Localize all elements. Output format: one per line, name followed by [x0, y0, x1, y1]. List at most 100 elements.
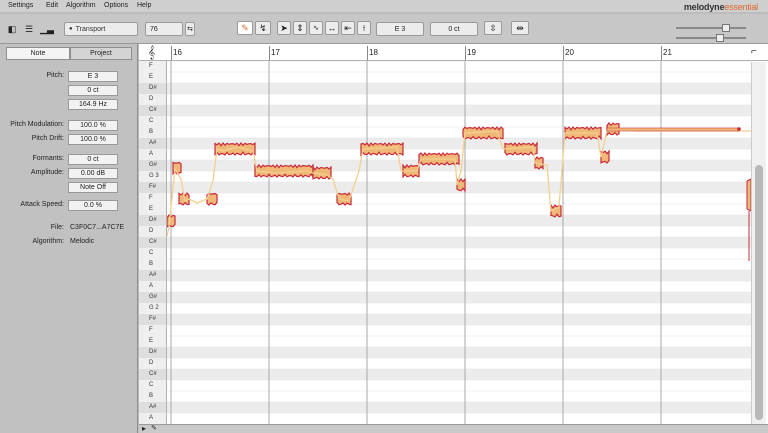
bottom-navigation-bar[interactable]: ▸ ✎: [139, 424, 768, 433]
piano-key[interactable]: A#: [139, 270, 166, 281]
grid-row: [167, 193, 751, 204]
app-logo: melodyneessential: [684, 2, 758, 12]
zoom-thumb[interactable]: [716, 34, 724, 42]
notes-view-icon[interactable]: ☰: [22, 22, 36, 36]
piano-key[interactable]: D: [139, 226, 166, 237]
pitch-move-tool-icon[interactable]: ⇕: [293, 21, 307, 35]
tempo-field[interactable]: 76: [145, 22, 183, 36]
scrollbar-thumb[interactable]: [755, 165, 763, 420]
grid-row: [167, 259, 751, 270]
piano-key[interactable]: C#: [139, 105, 166, 116]
piano-key[interactable]: C: [139, 116, 166, 127]
tab-project[interactable]: Project: [70, 47, 132, 60]
pitch-cents-value: 0 ct: [448, 25, 460, 33]
piano-key[interactable]: C#: [139, 237, 166, 248]
piano-key[interactable]: B: [139, 259, 166, 270]
pitch-cents-field[interactable]: 0 ct: [68, 85, 118, 96]
level-meter-icon[interactable]: ▁▃: [40, 22, 54, 36]
time-tool-icon[interactable]: ↔: [325, 21, 339, 35]
piano-key[interactable]: A#: [139, 402, 166, 413]
pitch-grid[interactable]: [167, 61, 768, 424]
grid-row: [167, 215, 751, 226]
timeline-ruler[interactable]: 𝄞 16 17 18 19 20 21 ⌐: [139, 44, 768, 61]
quantize-time-button[interactable]: ⇹: [511, 21, 529, 35]
piano-key[interactable]: B: [139, 127, 166, 138]
piano-key[interactable]: G 3: [139, 171, 166, 182]
vertical-scrollbar[interactable]: [751, 62, 766, 424]
piano-key[interactable]: B: [139, 391, 166, 402]
note-off-button[interactable]: Note Off: [68, 182, 118, 193]
logo-main-text: melodyne: [683, 2, 725, 12]
zoom-thumb[interactable]: [722, 24, 730, 32]
attack-speed-label: Attack Speed:: [20, 201, 64, 208]
attack-tool-icon[interactable]: ⇤: [341, 21, 355, 35]
formants-label: Formants:: [32, 155, 64, 162]
piano-key[interactable]: E: [139, 72, 166, 83]
piano-key[interactable]: C: [139, 248, 166, 259]
formants-field[interactable]: 0 ct: [68, 154, 118, 165]
menu-settings[interactable]: Settings: [8, 2, 33, 9]
bar-label: 20: [565, 48, 574, 57]
piano-key[interactable]: F#: [139, 182, 166, 193]
piano-key[interactable]: C#: [139, 369, 166, 380]
main-tool-icon[interactable]: ✎: [237, 21, 253, 35]
piano-key[interactable]: A#: [139, 138, 166, 149]
file-value: C3F0C7...A7C7E: [70, 224, 125, 231]
split-tool-icon[interactable]: ⟊: [357, 21, 371, 35]
grid-row: [167, 369, 751, 380]
grid-row: [167, 94, 751, 105]
piano-key[interactable]: D#: [139, 215, 166, 226]
inspector-toggle-icon[interactable]: ◧: [6, 22, 18, 36]
grid-row: [167, 347, 751, 358]
pitch-tool-icon[interactable]: ↯: [255, 21, 271, 35]
menu-help[interactable]: Help: [137, 2, 151, 9]
attack-speed-field[interactable]: 0.0 %: [68, 200, 118, 211]
piano-key[interactable]: F: [139, 193, 166, 204]
piano-key[interactable]: F: [139, 325, 166, 336]
modulation-tool-icon[interactable]: ∿: [309, 21, 323, 35]
piano-key[interactable]: D: [139, 358, 166, 369]
pitch-note-field[interactable]: E 3: [376, 22, 424, 36]
menu-algorithm[interactable]: Algorithm: [66, 2, 96, 9]
piano-key[interactable]: D: [139, 94, 166, 105]
piano-key[interactable]: G#: [139, 292, 166, 303]
correct-pitch-button[interactable]: ⇳: [484, 21, 502, 35]
bar-label: 21: [663, 48, 672, 57]
logo-accent-text: essential: [724, 2, 758, 12]
piano-key[interactable]: A: [139, 149, 166, 160]
pitch-hz-field[interactable]: 164.9 Hz: [68, 99, 118, 110]
pitch-drift-field[interactable]: 100.0 %: [68, 134, 118, 145]
piano-key[interactable]: C: [139, 380, 166, 391]
grid-row: [167, 61, 751, 72]
algorithm-value: Melodic: [70, 238, 95, 245]
pitch-note-field[interactable]: E 3: [68, 71, 118, 82]
piano-key[interactable]: G 2: [139, 303, 166, 314]
menu-edit[interactable]: Edit: [46, 2, 58, 9]
grid-row: [167, 314, 751, 325]
play-cursor-icon[interactable]: ▸: [142, 424, 146, 433]
piano-key[interactable]: D#: [139, 347, 166, 358]
tab-note[interactable]: Note: [6, 47, 70, 60]
transport-button[interactable]: ● Transport: [64, 22, 138, 36]
piano-key[interactable]: G#: [139, 160, 166, 171]
piano-key[interactable]: E: [139, 204, 166, 215]
horizontal-zoom-slider[interactable]: [676, 24, 746, 32]
menu-options[interactable]: Options: [104, 2, 128, 9]
tempo-link-icon[interactable]: ⇆: [185, 22, 195, 36]
scrub-icon[interactable]: ✎: [151, 424, 157, 432]
piano-key[interactable]: D#: [139, 83, 166, 94]
pointer-tool-icon[interactable]: ➤: [277, 21, 291, 35]
note-blob: [606, 127, 740, 132]
amplitude-field[interactable]: 0.00 dB: [68, 168, 118, 179]
piano-keyboard[interactable]: F E D# D C# C B A# A G# G 3 F# F E D# D C# C B A# A G# G 2 F# F E…: [139, 61, 167, 424]
piano-key[interactable]: A: [139, 281, 166, 292]
piano-key[interactable]: A: [139, 413, 166, 424]
bar-label: 19: [467, 48, 476, 57]
pitch-cents-field[interactable]: 0 ct: [430, 22, 478, 36]
note-editor[interactable]: 𝄞 16 17 18 19 20 21 ⌐ F E D# D C# C B A# A G# G 3F…: [139, 44, 768, 433]
piano-key[interactable]: F: [139, 61, 166, 72]
piano-key[interactable]: E: [139, 336, 166, 347]
vertical-zoom-slider[interactable]: [676, 34, 746, 42]
pitch-modulation-field[interactable]: 100.0 %: [68, 120, 118, 131]
piano-key[interactable]: F#: [139, 314, 166, 325]
